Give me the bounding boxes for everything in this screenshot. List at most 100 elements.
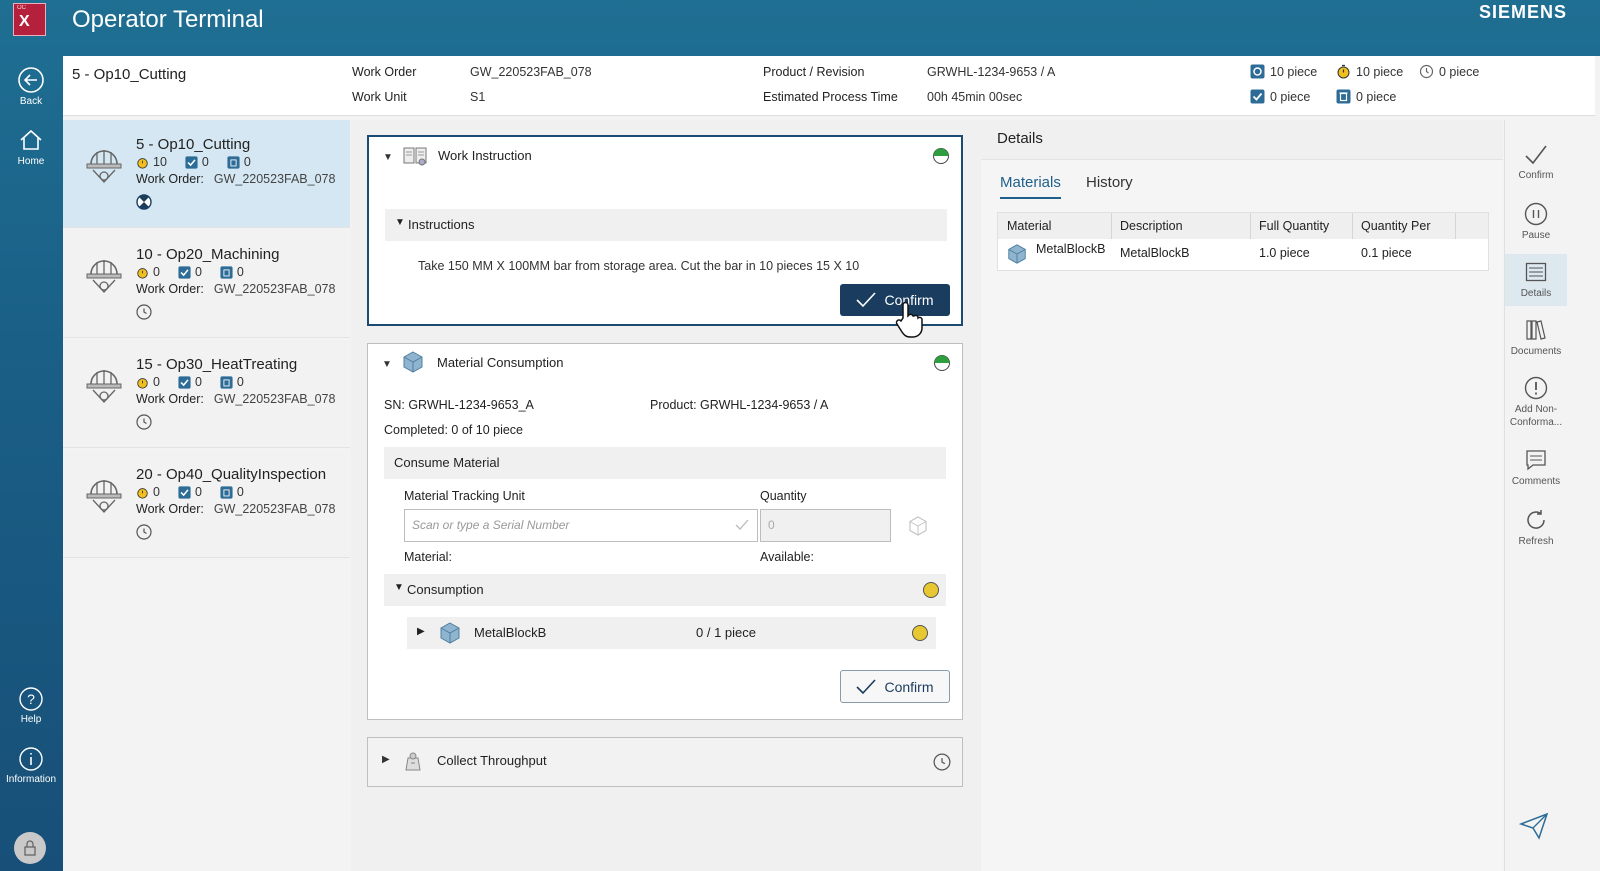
- timer-icon: [1419, 64, 1434, 79]
- machine-operation-icon: [86, 150, 122, 183]
- sn-field: SN: GRWHL-1234-9653_A: [384, 398, 534, 412]
- work-order-label: Work Order: [352, 65, 417, 79]
- stopwatch-icon: [137, 377, 148, 389]
- machine-operation-icon: [86, 480, 122, 513]
- serial-number-input[interactable]: Scan or type a Serial Number: [404, 509, 758, 542]
- expand-triangle-icon[interactable]: ▶: [417, 626, 425, 637]
- collapse-triangle-icon: ▼: [395, 217, 405, 228]
- mtu-label: Material Tracking Unit: [404, 489, 525, 503]
- timer-status-icon: [136, 414, 152, 430]
- collect-throughput-panel[interactable]: ▶ Collect Throughput: [367, 737, 963, 787]
- confirm-action[interactable]: Confirm: [1505, 144, 1567, 182]
- trash-box-icon: [1336, 89, 1351, 104]
- consumption-section[interactable]: ▼ Consumption: [384, 574, 946, 606]
- machine-operation-icon: [86, 260, 122, 293]
- send-feedback-icon[interactable]: [1519, 812, 1549, 840]
- operation-item[interactable]: 20 - Op40_QualityInspection 0 0 0 Work O…: [63, 450, 350, 558]
- counter-pending: 0 piece: [1419, 64, 1479, 79]
- throughput-icon: [405, 752, 421, 771]
- refresh-action[interactable]: Refresh: [1505, 508, 1567, 548]
- consumption-item-qty: 0 / 1 piece: [696, 625, 756, 640]
- status-yellow-icon: [923, 582, 939, 598]
- operation-name: 10 - Op20_Machining: [136, 246, 280, 263]
- collapse-triangle-icon[interactable]: ▼: [383, 152, 393, 163]
- tab-history[interactable]: History: [1086, 174, 1133, 197]
- check-icon: [1525, 145, 1547, 165]
- work-unit-value: S1: [470, 90, 486, 104]
- materials-table: Material Description Full Quantity Quant…: [997, 212, 1489, 271]
- ept-label: Estimated Process Time: [763, 90, 898, 104]
- operation-item[interactable]: 5 - Op10_Cutting 10 0 0 Work Order: GW_22…: [63, 120, 350, 228]
- work-instruction-panel: ▼ Work Instruction ▼ Instructions Take 1…: [367, 135, 963, 338]
- stopwatch-icon: [1337, 64, 1350, 79]
- counter-total: 10 piece: [1250, 64, 1317, 79]
- check-box-icon: [185, 155, 198, 169]
- back-arrow-icon: [18, 67, 44, 93]
- documents-icon: [1526, 320, 1546, 340]
- consumption-item-row[interactable]: ▶ MetalBlockB 0 / 1 piece: [407, 617, 936, 649]
- product-value: GRWHL-1234-9653 / A: [927, 65, 1056, 79]
- work-instruction-title: Work Instruction: [438, 148, 532, 163]
- operation-title: 5 - Op10_Cutting: [72, 66, 187, 83]
- help-button[interactable]: ? Help: [0, 686, 62, 725]
- confirm-consumption-button[interactable]: Confirm: [840, 670, 950, 703]
- status-green-icon: [933, 148, 949, 164]
- operation-item[interactable]: 15 - Op30_HeatTreating 0 0 0 Work Order:…: [63, 340, 350, 448]
- trash-box-icon: [220, 375, 233, 389]
- collect-throughput-title: Collect Throughput: [437, 753, 547, 768]
- operation-header: 5 - Op10_Cutting Work Order GW_220523FAB…: [63, 56, 1595, 116]
- back-button[interactable]: Back: [0, 66, 62, 107]
- top-bar: OC X Operator Terminal SIEMENS: [0, 0, 1600, 56]
- details-action[interactable]: Details: [1505, 254, 1567, 306]
- instructions-section[interactable]: ▼ Instructions: [385, 209, 947, 241]
- user-avatar[interactable]: [14, 832, 46, 864]
- table-row[interactable]: MetalBlockB MetalBlockB 1.0 piece 0.1 pi…: [998, 239, 1488, 271]
- home-button[interactable]: Home: [0, 126, 62, 167]
- operation-list: 5 - Op10_Cutting 10 0 0 Work Order: GW_22…: [63, 120, 350, 871]
- consumption-item-name: MetalBlockB: [474, 625, 547, 640]
- right-action-bar: Confirm Pause Details Documents Add Non-…: [1504, 120, 1567, 871]
- app-logo: OC X: [13, 3, 46, 36]
- details-title: Details: [997, 130, 1043, 147]
- consume-material-section: Consume Material: [384, 447, 946, 479]
- add-nonconformance-action[interactable]: Add Non- Conforma...: [1505, 376, 1567, 429]
- counter-completed: 0 piece: [1250, 89, 1310, 104]
- hand-cursor-icon: [895, 301, 923, 338]
- cube-icon: [440, 622, 460, 644]
- cube-icon: [1008, 244, 1026, 264]
- cube-icon: [403, 351, 423, 373]
- stopwatch-icon: [137, 267, 148, 279]
- check-box-icon: [1250, 89, 1265, 104]
- comments-action[interactable]: Comments: [1505, 448, 1567, 488]
- lock-user-icon: [24, 840, 36, 856]
- status-yellow-icon: [912, 625, 928, 641]
- work-order-value: GW_220523FAB_078: [470, 65, 592, 79]
- operation-item[interactable]: 10 - Op20_Machining 0 0 0 Work Order: GW_…: [63, 230, 350, 338]
- product-field: Product: GRWHL-1234-9653 / A: [650, 398, 829, 412]
- pause-icon: [1524, 202, 1548, 226]
- status-green-icon: [934, 355, 950, 371]
- information-button[interactable]: Information: [0, 746, 62, 785]
- operation-name: 20 - Op40_QualityInspection: [136, 466, 327, 483]
- timer-status-icon: [933, 753, 951, 771]
- table-header: Material Description Full Quantity Quant…: [998, 213, 1488, 239]
- cube-scan-icon[interactable]: [906, 514, 930, 538]
- list-icon: [1525, 262, 1547, 282]
- book-instruction-icon: [403, 147, 427, 166]
- expand-triangle-icon[interactable]: ▶: [382, 754, 390, 765]
- material-consumption-title: Material Consumption: [437, 355, 564, 370]
- tab-materials[interactable]: Materials: [1000, 174, 1061, 199]
- check-icon: [735, 519, 749, 530]
- timer-status-icon: [136, 524, 152, 540]
- quantity-input[interactable]: 0: [760, 509, 891, 542]
- check-box-icon: [178, 375, 191, 389]
- collapse-triangle-icon[interactable]: ▼: [382, 359, 392, 370]
- pause-action[interactable]: Pause: [1505, 202, 1567, 242]
- documents-action[interactable]: Documents: [1505, 318, 1567, 358]
- check-box-icon: [178, 485, 191, 499]
- material-consumption-panel: ▼ Material Consumption SN: GRWHL-1234-96…: [367, 343, 963, 720]
- gear-box-icon: [1250, 64, 1265, 79]
- machine-operation-icon: [86, 370, 122, 403]
- product-label: Product / Revision: [763, 65, 865, 79]
- info-icon: [19, 747, 43, 771]
